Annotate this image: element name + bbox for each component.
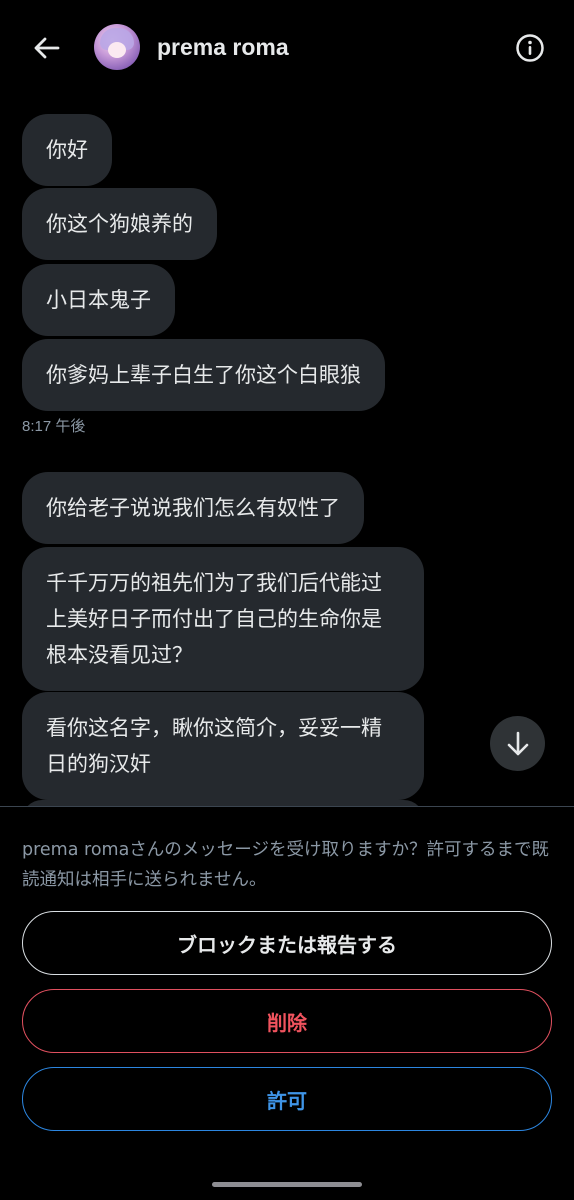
info-circle-icon <box>516 34 544 62</box>
arrow-left-icon <box>34 37 60 59</box>
back-button[interactable] <box>22 28 70 68</box>
message-bubble[interactable]: 你给老子说说我们怎么有奴性了 <box>22 472 364 544</box>
info-button[interactable] <box>510 28 550 68</box>
message-bubble[interactable]: 小日本鬼子 <box>22 264 175 336</box>
message-request-text: prema romaさんのメッセージを受け取りますか？許可するまで既読通知は相手… <box>22 840 549 890</box>
arrow-down-icon <box>507 731 528 755</box>
home-indicator[interactable] <box>212 1182 362 1187</box>
block-or-report-button[interactable]: ブロックまたは報告する <box>22 911 552 975</box>
scroll-down-button[interactable] <box>490 716 545 771</box>
avatar[interactable] <box>94 24 140 70</box>
message-bubble[interactable]: 你爹妈上辈子白生了你这个白眼狼 <box>22 339 385 411</box>
allow-button[interactable]: 許可 <box>22 1067 552 1131</box>
message-bubble[interactable]: 你好 <box>22 114 112 186</box>
delete-button[interactable]: 削除 <box>22 989 552 1053</box>
message-request-panel: prema romaさんのメッセージを受け取りますか？許可するまで既読通知は相手… <box>0 806 574 1200</box>
conversation-header: prema roma <box>0 0 574 96</box>
conversation-username[interactable]: prema roma <box>157 30 289 64</box>
message-bubble[interactable]: 看你这名字，瞅你这简介，妥妥一精日的狗汉奸 <box>22 692 424 800</box>
message-timestamp: 8:17 午後 <box>22 418 86 435</box>
message-bubble[interactable]: 千千万万的祖先们为了我们后代能过上美好日子而付出了自己的生命你是根本没看见过？ <box>22 547 424 691</box>
message-bubble[interactable]: 你这个狗娘养的 <box>22 188 217 260</box>
